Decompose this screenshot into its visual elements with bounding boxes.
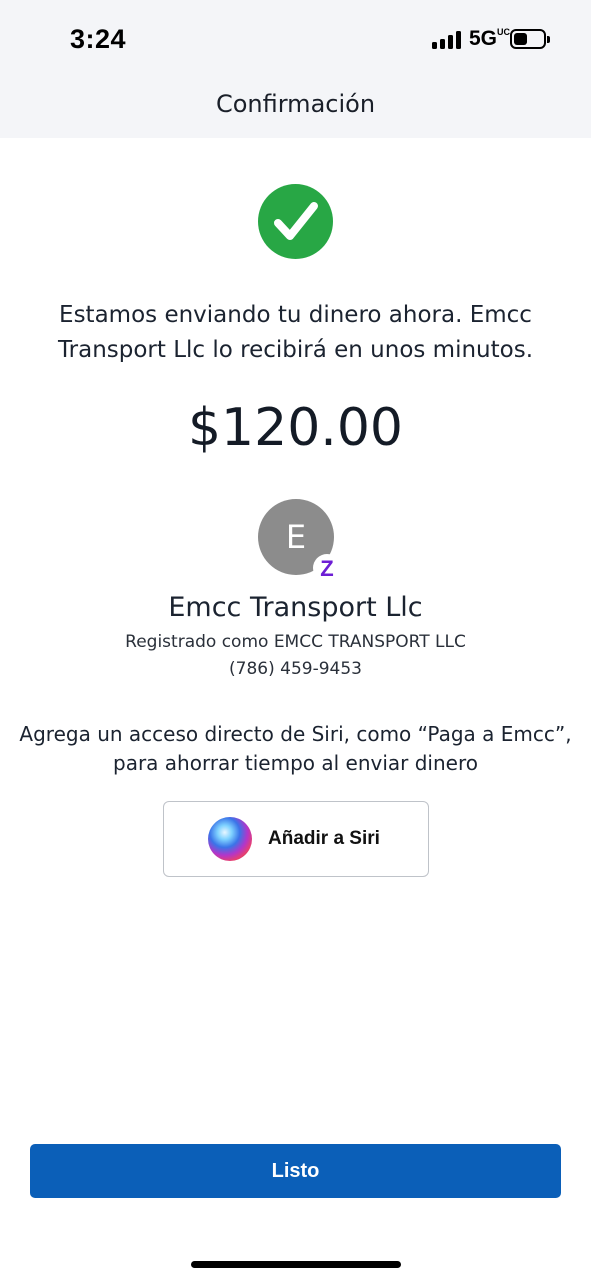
top-bar: 3:24 5GUC Confirmación [0, 0, 591, 138]
status-time: 3:24 [70, 24, 127, 54]
page-title: Confirmación [215, 90, 376, 118]
payee-registered-name: Registrado como EMCC TRANSPORT LLC [125, 632, 466, 652]
network-label: 5G [469, 27, 498, 50]
network-suffix: UC [497, 27, 511, 37]
cellular-signal-icon [432, 31, 464, 49]
add-to-siri-label: Añadir a Siri [268, 828, 380, 849]
siri-shortcut-prompt: Agrega un acceso directo de Siri, como “… [19, 722, 572, 775]
payment-amount: $120.00 [187, 398, 404, 458]
done-button[interactable]: Listo [30, 1144, 561, 1198]
home-indicator[interactable] [191, 1261, 401, 1268]
confirmation-message: Estamos enviando tu dinero ahora. Emcc T… [57, 302, 534, 363]
add-to-siri-button[interactable]: Añadir a Siri [163, 801, 429, 877]
payee-name: Emcc Transport Llc [168, 592, 423, 623]
zelle-logo-icon: Z [313, 554, 341, 582]
network-type: 5GUC [469, 27, 510, 51]
status-bar: 3:24 5GUC [0, 0, 591, 80]
battery-icon [510, 29, 550, 49]
checkmark-circle-icon [258, 184, 333, 259]
siri-icon [208, 817, 252, 861]
payee-phone: (786) 459-9453 [229, 659, 362, 679]
